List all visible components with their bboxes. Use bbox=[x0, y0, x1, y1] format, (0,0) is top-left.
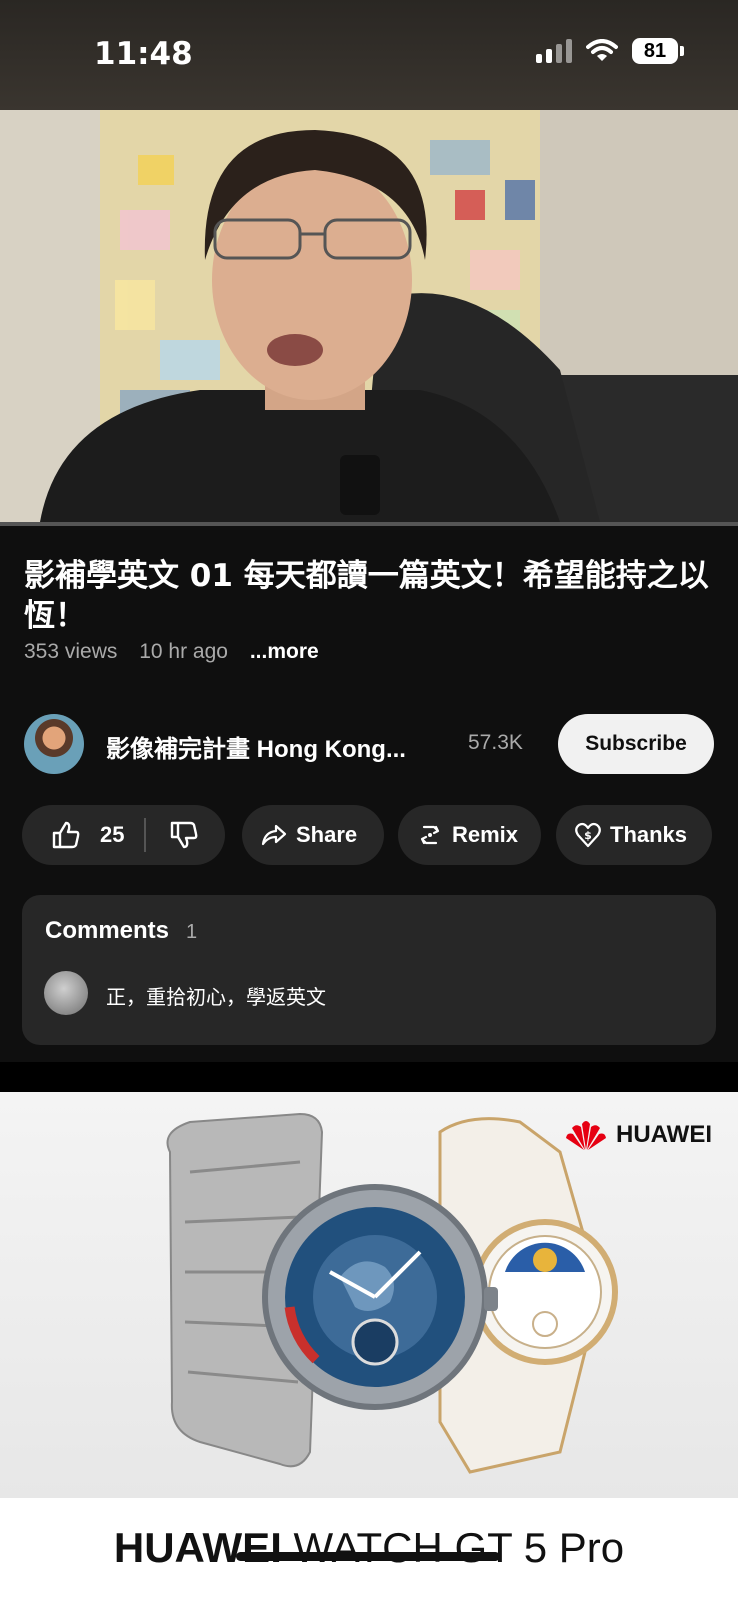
video-player[interactable] bbox=[0, 110, 738, 522]
remix-label: Remix bbox=[452, 822, 519, 847]
thanks-button[interactable]: $ Thanks bbox=[556, 805, 712, 865]
share-button[interactable]: Share bbox=[242, 805, 384, 865]
wifi-icon bbox=[586, 39, 618, 61]
comments-title: Comments bbox=[45, 917, 170, 944]
thumbs-up-icon[interactable] bbox=[50, 819, 82, 851]
video-info: 影補學英文 01 每天都讀一篇英文！希望能持之以恆！ 353 views 10 … bbox=[0, 526, 738, 1062]
comments-count: 1 bbox=[186, 921, 198, 943]
watch-illustration bbox=[166, 1112, 618, 1474]
status-bar: 11:48 81 bbox=[0, 0, 738, 110]
thumbs-down-icon[interactable] bbox=[168, 819, 200, 851]
ad-banner[interactable]: HUAWEI HUAWEI WATCH GT 5 Pro bbox=[0, 1092, 738, 1600]
subscribe-button[interactable]: Subscribe bbox=[558, 714, 714, 774]
like-count: 25 bbox=[100, 822, 125, 847]
home-indicator[interactable] bbox=[236, 1552, 500, 1561]
share-icon bbox=[261, 824, 287, 846]
remix-icon bbox=[420, 825, 440, 845]
battery-icon: 81 bbox=[632, 38, 684, 64]
video-frame bbox=[0, 110, 738, 522]
ad-product-name: WATCH GT 5 Pro bbox=[293, 1524, 625, 1571]
channel-avatar[interactable] bbox=[24, 714, 84, 774]
share-label: Share bbox=[296, 822, 358, 847]
battery-level: 81 bbox=[643, 39, 667, 62]
channel-row[interactable]: 影像補完計畫 Hong Kong... 57.3K Subscribe bbox=[24, 714, 714, 774]
ad-product-brand: HUAWEI bbox=[113, 1524, 282, 1571]
remix-button[interactable]: Remix bbox=[398, 805, 541, 865]
commenter-avatar bbox=[44, 971, 88, 1015]
channel-name[interactable]: 影像補完計畫 Hong Kong... bbox=[106, 729, 406, 764]
ad-image: HUAWEI bbox=[0, 1092, 738, 1498]
video-meta[interactable]: 353 views 10 hr ago ...more bbox=[24, 640, 335, 664]
status-time: 11:48 bbox=[94, 36, 193, 72]
thanks-icon: $ bbox=[575, 822, 601, 848]
subscriber-count: 57.3K bbox=[468, 731, 523, 754]
ad-product-title[interactable]: HUAWEI WATCH GT 5 Pro bbox=[0, 1524, 738, 1572]
svg-text:$: $ bbox=[584, 829, 592, 842]
like-dislike-button[interactable]: 25 bbox=[22, 805, 225, 865]
thanks-label: Thanks bbox=[610, 822, 688, 847]
view-count: 353 views bbox=[24, 640, 118, 663]
signal-icon bbox=[536, 39, 572, 63]
more-link[interactable]: ...more bbox=[250, 640, 319, 663]
top-comment-text: 正，重拾初心，學返英文 bbox=[106, 985, 326, 1009]
status-icons: 81 bbox=[536, 38, 684, 64]
video-title[interactable]: 影補學英文 01 每天都讀一篇英文！希望能持之以恆！ bbox=[24, 556, 714, 636]
upload-age: 10 hr ago bbox=[139, 640, 228, 663]
action-bar: 25 Share Remix $ Thanks bbox=[22, 805, 732, 865]
comments-panel[interactable]: Comments 1 正，重拾初心，學返英文 bbox=[22, 895, 716, 1045]
like-divider bbox=[144, 818, 147, 852]
